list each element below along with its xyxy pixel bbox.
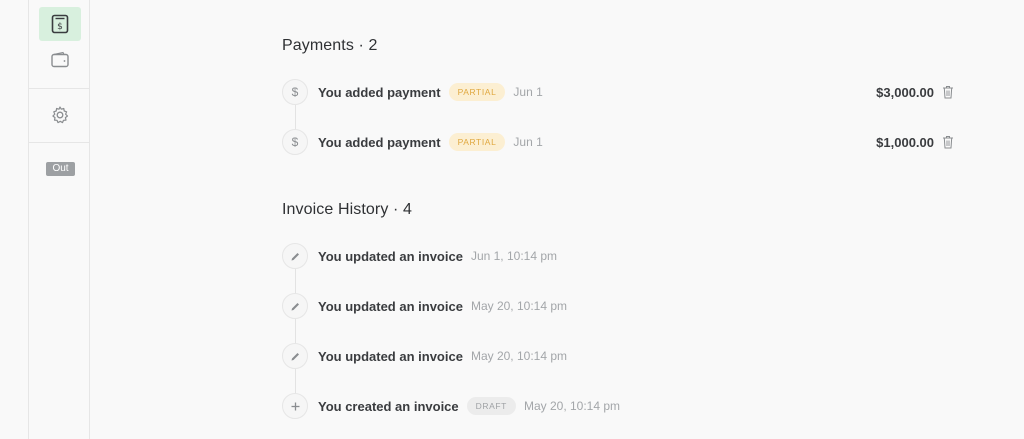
- trash-icon[interactable]: [942, 85, 954, 99]
- svg-text:$: $: [57, 22, 63, 32]
- payment-row-date: Jun 1: [513, 135, 543, 149]
- sidebar-rail: $ Out: [28, 0, 90, 439]
- history-row-date: May 20, 10:14 pm: [470, 299, 568, 313]
- dollar-icon: $: [282, 129, 308, 155]
- payment-amount: $3,000.00: [876, 84, 934, 100]
- pencil-icon: [282, 293, 308, 319]
- payments-section-title: Payments · 2: [282, 37, 378, 54]
- history-row: You updated an invoice Jun 1, 10:14 pm: [282, 242, 962, 270]
- plus-icon: [282, 393, 308, 419]
- status-pill-partial: PARTIAL: [448, 133, 506, 151]
- history-section-title: Invoice History · 4: [282, 201, 412, 218]
- history-row-date: Jun 1, 10:14 pm: [470, 249, 558, 263]
- sidebar-divider: [29, 88, 89, 89]
- sidebar-divider: [29, 142, 89, 143]
- gear-icon: [52, 106, 69, 124]
- sidebar-item-invoice[interactable]: $: [39, 7, 81, 41]
- history-row-date: May 20, 10:14 pm: [523, 399, 621, 413]
- payment-row-text: You added payment: [318, 84, 441, 100]
- status-pill-partial: PARTIAL: [448, 83, 506, 101]
- invoice-detail-page: $ Out Payments · 2 $ You added payment P…: [0, 0, 1024, 439]
- history-row: You updated an invoice May 20, 10:14 pm: [282, 342, 962, 370]
- history-row-text: You created an invoice: [318, 398, 459, 414]
- history-row-date: May 20, 10:14 pm: [470, 349, 568, 363]
- wallet-icon: [51, 51, 69, 68]
- pencil-icon: [282, 243, 308, 269]
- history-row-text: You updated an invoice: [318, 248, 463, 264]
- payment-row: $ You added payment PARTIAL Jun 1 $3,000…: [282, 78, 962, 106]
- pencil-icon: [282, 343, 308, 369]
- trash-icon[interactable]: [942, 135, 954, 149]
- payments-timeline-connector: [295, 104, 296, 130]
- sidebar-item-settings[interactable]: [39, 98, 81, 132]
- history-row: You created an invoice DRAFT May 20, 10:…: [282, 392, 962, 420]
- history-row-text: You updated an invoice: [318, 348, 463, 364]
- status-pill-draft: DRAFT: [466, 397, 516, 415]
- payment-row: $ You added payment PARTIAL Jun 1 $1,000…: [282, 128, 962, 156]
- payment-amount: $1,000.00: [876, 134, 934, 150]
- dollar-icon: $: [282, 79, 308, 105]
- status-badge-out: Out: [46, 162, 75, 176]
- sidebar-item-wallet[interactable]: [39, 43, 81, 77]
- history-timeline-connector: [295, 268, 296, 398]
- history-row: You updated an invoice May 20, 10:14 pm: [282, 292, 962, 320]
- invoice-dollar-icon: $: [51, 14, 69, 34]
- history-row-text: You updated an invoice: [318, 298, 463, 314]
- payment-row-text: You added payment: [318, 134, 441, 150]
- payment-row-date: Jun 1: [513, 85, 543, 99]
